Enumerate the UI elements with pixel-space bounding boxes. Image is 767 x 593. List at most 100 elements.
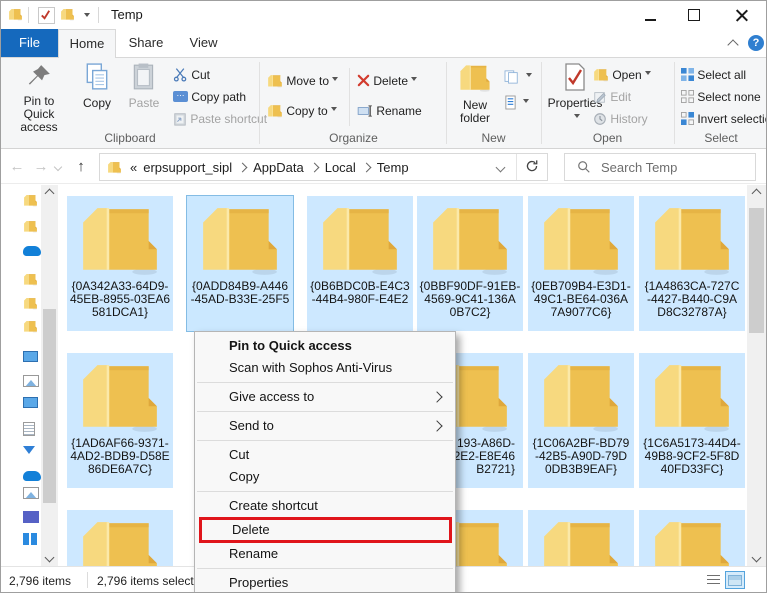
recent-locations-icon[interactable] bbox=[54, 163, 62, 171]
easy-access-button[interactable] bbox=[504, 92, 529, 112]
move-to-icon bbox=[267, 74, 283, 88]
sidebar-icon-folder[interactable] bbox=[23, 194, 38, 207]
clipboard-group-label: Clipboard bbox=[1, 131, 259, 145]
history-button[interactable]: History bbox=[593, 108, 648, 128]
sidebar-icon-folder[interactable] bbox=[23, 320, 38, 333]
folder-tile[interactable] bbox=[639, 510, 745, 566]
breadcrumb-erpsupport[interactable]: erpsupport_sipl bbox=[140, 160, 235, 175]
sidebar-icon-onedrive[interactable] bbox=[23, 246, 41, 256]
tab-file[interactable]: File bbox=[1, 29, 58, 57]
scroll-up-icon[interactable] bbox=[747, 185, 766, 202]
context-menu-item-copy[interactable]: Copy bbox=[195, 466, 455, 488]
folder-tile[interactable]: {0ADD84B9-A446-45AD-B33E-25F5 bbox=[187, 196, 293, 331]
scroll-up-icon[interactable] bbox=[41, 185, 58, 202]
paste-shortcut-button[interactable]: Paste shortcut bbox=[173, 108, 267, 128]
folder-tile[interactable]: {1AD6AF66-9371-4AD2-BDB9-D58E86DE6A7C} bbox=[67, 353, 173, 488]
tab-home[interactable]: Home bbox=[58, 29, 116, 58]
new-folder-button[interactable]: New folder bbox=[451, 63, 499, 125]
folder-tile[interactable]: {0EB709B4-E3D1-49C1-BE64-036A7A9077C6} bbox=[528, 196, 634, 331]
paste-icon bbox=[131, 63, 157, 91]
scrollbar-thumb[interactable] bbox=[749, 208, 764, 333]
new-item-button[interactable] bbox=[504, 66, 532, 86]
forward-icon[interactable]: → bbox=[29, 153, 53, 181]
qat-dropdown-icon[interactable] bbox=[84, 13, 90, 20]
copy-to-button[interactable]: Copy to bbox=[267, 100, 337, 120]
context-menu-item-give-access-to[interactable]: Give access to bbox=[195, 386, 455, 408]
sidebar-icon-pictures[interactable] bbox=[23, 487, 39, 499]
sidebar-icon-network[interactable] bbox=[23, 533, 37, 545]
dropdown-icon bbox=[411, 77, 417, 84]
breadcrumb-appdata[interactable]: AppData bbox=[250, 160, 307, 175]
sidebar-icon-folder[interactable] bbox=[23, 220, 38, 233]
help-icon[interactable]: ? bbox=[748, 35, 764, 51]
sidebar-icon-this-pc[interactable] bbox=[23, 351, 38, 362]
large-icons-view-button[interactable] bbox=[725, 571, 745, 589]
paste-button[interactable]: Paste bbox=[122, 63, 166, 110]
refresh-icon[interactable] bbox=[517, 159, 547, 176]
close-button[interactable] bbox=[727, 3, 757, 27]
open-button[interactable]: Open bbox=[593, 64, 651, 84]
sidebar-icon-pictures[interactable] bbox=[23, 375, 39, 387]
folder-tile[interactable]: {0A342A33-64D9-45EB-8955-03EA6581DCA1} bbox=[67, 196, 173, 331]
scrollbar-thumb[interactable] bbox=[43, 309, 56, 503]
content-scrollbar[interactable] bbox=[747, 185, 766, 566]
context-menu-item-properties[interactable]: Properties bbox=[195, 572, 455, 593]
folder-tile[interactable]: {0BBF90DF-91EB-4569-9C41-136A0B7C2} bbox=[417, 196, 523, 331]
context-menu-item-rename[interactable]: Rename bbox=[195, 543, 455, 565]
folder-tile-label: 0DB3B9EAF} bbox=[528, 463, 634, 476]
address-box[interactable]: « erpsupport_sipl AppData Local Temp bbox=[99, 153, 548, 181]
copy-path-button[interactable]: ⋯ Copy path bbox=[173, 86, 246, 106]
dropdown-icon bbox=[645, 71, 651, 78]
sidebar-icon-downloads[interactable] bbox=[23, 446, 35, 460]
context-menu-item-create-shortcut[interactable]: Create shortcut bbox=[195, 495, 455, 517]
folder-tile[interactable] bbox=[67, 510, 173, 566]
minimize-button[interactable] bbox=[635, 3, 665, 27]
edit-button[interactable]: Edit bbox=[593, 86, 631, 106]
folder-tile[interactable]: {1C06A2BF-BD79-42B5-A90D-79D0DB3B9EAF} bbox=[528, 353, 634, 488]
folder-tile[interactable]: {1C6A5173-44D4-49B8-9CF2-5F8D40FD33FC} bbox=[639, 353, 745, 488]
maximize-button[interactable] bbox=[679, 3, 709, 27]
select-none-button[interactable]: Select none bbox=[681, 86, 761, 106]
scroll-down-icon[interactable] bbox=[747, 549, 766, 566]
folder-tile[interactable]: {0B6BDC0B-E4C3-44B4-980F-E4E2 bbox=[307, 196, 413, 331]
breadcrumb-local[interactable]: Local bbox=[322, 160, 359, 175]
sidebar-icon-folder[interactable] bbox=[23, 273, 38, 286]
copy-button[interactable]: Copy bbox=[75, 63, 119, 110]
tab-share[interactable]: Share bbox=[116, 29, 176, 57]
folder-tile[interactable] bbox=[528, 510, 634, 566]
breadcrumb-temp[interactable]: Temp bbox=[374, 160, 412, 175]
scroll-down-icon[interactable] bbox=[41, 549, 58, 566]
delete-button[interactable]: Delete bbox=[357, 70, 417, 90]
move-to-button[interactable]: Move to bbox=[267, 70, 338, 90]
collapse-ribbon-icon[interactable] bbox=[727, 39, 738, 50]
navpane-scrollbar[interactable] bbox=[41, 185, 58, 566]
context-menu-item-delete[interactable]: Delete bbox=[199, 517, 452, 543]
context-menu-item-cut[interactable]: Cut bbox=[195, 444, 455, 466]
folder-tile-label: -45AD-B33E-25F5 bbox=[187, 293, 293, 306]
search-box[interactable] bbox=[564, 153, 756, 181]
context-menu-item-scan-with-sophos-anti-virus[interactable]: Scan with Sophos Anti-Virus bbox=[195, 357, 455, 379]
sidebar-icon-onedrive[interactable] bbox=[23, 471, 41, 481]
pin-to-quick-access-button[interactable]: Pin to Quick access bbox=[7, 63, 71, 134]
app-folder-icon bbox=[8, 8, 23, 21]
context-menu-item-pin-to-quick-access[interactable]: Pin to Quick access bbox=[195, 335, 455, 357]
sidebar-icon-videos[interactable] bbox=[23, 511, 39, 523]
search-input[interactable] bbox=[599, 159, 743, 176]
cut-button[interactable]: Cut bbox=[173, 64, 210, 84]
qat-folder-icon[interactable] bbox=[60, 8, 75, 21]
sidebar-icon-this-pc[interactable] bbox=[23, 397, 38, 408]
sidebar-icon-documents[interactable] bbox=[23, 422, 35, 436]
tab-view[interactable]: View bbox=[176, 29, 231, 57]
folder-tile[interactable]: {1A4863CA-727C-4427-B440-C9AD8C32787A} bbox=[639, 196, 745, 331]
dropdown-icon bbox=[523, 99, 529, 106]
select-all-button[interactable]: Select all bbox=[681, 64, 746, 84]
sidebar-icon-folder[interactable] bbox=[23, 297, 38, 310]
up-icon[interactable]: ↑ bbox=[69, 153, 93, 181]
details-view-button[interactable] bbox=[703, 571, 723, 589]
invert-selection-button[interactable]: Invert selection bbox=[681, 108, 767, 128]
back-icon[interactable]: ← bbox=[5, 153, 29, 181]
rename-button[interactable]: Rename bbox=[357, 100, 422, 120]
context-menu-item-send-to[interactable]: Send to bbox=[195, 415, 455, 437]
address-dropdown-icon[interactable] bbox=[496, 162, 506, 172]
qat-properties-icon[interactable] bbox=[38, 7, 55, 24]
